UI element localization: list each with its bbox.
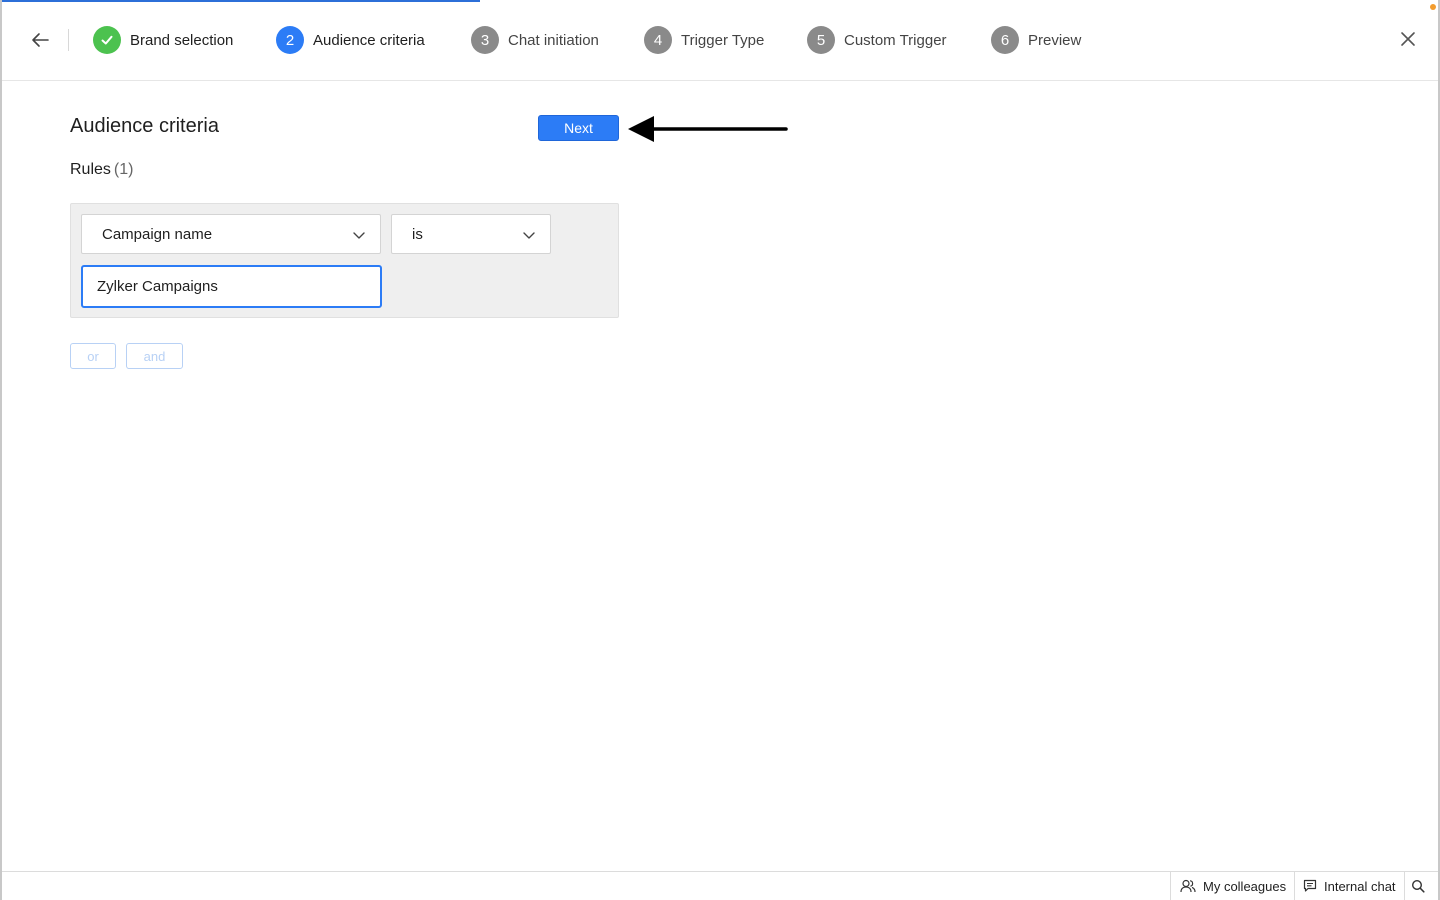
or-button[interactable]: or (70, 343, 116, 369)
internal-chat-button[interactable]: Internal chat (1294, 872, 1404, 900)
chat-icon (1303, 879, 1317, 892)
close-button[interactable] (1396, 27, 1420, 51)
step-number: 6 (991, 26, 1019, 54)
rule-card: Campaign name is (70, 203, 619, 318)
search-button[interactable] (1404, 872, 1438, 900)
rules-heading: Rules (1) (70, 161, 133, 179)
arrow-left-icon (32, 33, 49, 47)
chevron-down-icon (353, 232, 365, 239)
rules-count: (1) (113, 161, 134, 178)
next-button[interactable]: Next (538, 115, 619, 141)
back-button[interactable] (28, 28, 52, 52)
rule-value-input[interactable] (81, 265, 382, 308)
field-dropdown[interactable]: Campaign name (81, 214, 381, 254)
step-number: 5 (807, 26, 835, 54)
people-icon (1180, 879, 1196, 893)
check-icon (93, 26, 121, 54)
annotation-arrow-icon (628, 116, 788, 142)
step-label: Audience criteria (313, 31, 425, 49)
field-dropdown-value: Campaign name (102, 225, 213, 243)
step-label: Chat initiation (508, 31, 599, 49)
search-icon (1411, 879, 1425, 893)
bottom-bar: My colleagues Internal chat (2, 871, 1438, 900)
wizard-header: Brand selection 2 Audience criteria 3 Ch… (2, 0, 1438, 81)
step-audience-criteria[interactable]: 2 Audience criteria (276, 26, 425, 54)
step-label: Brand selection (130, 31, 234, 49)
step-label: Preview (1028, 31, 1082, 49)
internal-chat-label: Internal chat (1324, 878, 1396, 894)
step-brand-selection[interactable]: Brand selection (93, 26, 233, 54)
step-chat-initiation[interactable]: 3 Chat initiation (471, 26, 599, 54)
my-colleagues-label: My colleagues (1203, 878, 1287, 894)
step-preview[interactable]: 6 Preview (991, 26, 1081, 54)
step-number: 4 (644, 26, 672, 54)
step-trigger-type[interactable]: 4 Trigger Type (644, 26, 764, 54)
step-number: 2 (276, 26, 304, 54)
close-icon (1401, 32, 1415, 46)
operator-dropdown[interactable]: is (391, 214, 551, 254)
and-button[interactable]: and (126, 343, 183, 369)
operator-dropdown-value: is (412, 225, 423, 243)
step-label: Trigger Type (681, 31, 765, 49)
step-custom-trigger[interactable]: 5 Custom Trigger (807, 26, 947, 54)
step-number: 3 (471, 26, 499, 54)
header-divider (68, 29, 69, 51)
chevron-down-icon (523, 232, 535, 239)
step-label: Custom Trigger (844, 31, 947, 49)
page-title: Audience criteria (70, 115, 219, 137)
my-colleagues-button[interactable]: My colleagues (1170, 872, 1294, 900)
rules-label: Rules (70, 161, 111, 178)
